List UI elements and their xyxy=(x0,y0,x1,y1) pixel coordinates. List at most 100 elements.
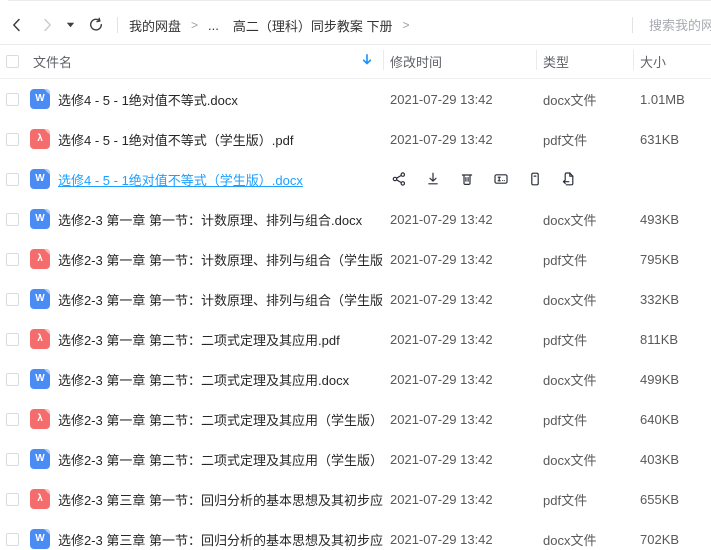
file-name[interactable]: 选修2-3 第一章 第一节：计数原理、排列与组合（学生版... xyxy=(58,290,383,309)
row-checkbox[interactable] xyxy=(6,133,19,146)
table-row[interactable]: W 选修2-3 第一章 第一节：计数原理、排列与组合（学生版... 2021-0… xyxy=(0,279,711,319)
toolbar: 我的网盘 > ... 高二（理科）同步教案 下册 > 搜索我的网盘 xyxy=(0,6,711,45)
file-list: W 选修4 - 5 - 1绝对值不等式.docx 2021-07-29 13:4… xyxy=(0,79,711,550)
file-size: 655KB xyxy=(633,492,711,507)
row-checkbox[interactable] xyxy=(6,253,19,266)
back-icon[interactable] xyxy=(8,16,26,34)
breadcrumb: 我的网盘 > ... 高二（理科）同步教案 下册 > xyxy=(129,16,420,35)
file-modified: 2021-07-29 13:42 xyxy=(383,252,536,267)
file-name[interactable]: 选修4 - 5 - 1绝对值不等式（学生版）.pdf xyxy=(58,130,383,149)
search-placeholder: 搜索我的网盘 xyxy=(649,18,711,33)
file-type: docx文件 xyxy=(536,450,633,469)
file-size: 640KB xyxy=(633,412,711,427)
file-modified: 2021-07-29 13:42 xyxy=(383,332,536,347)
file-size: 795KB xyxy=(633,252,711,267)
row-checkbox[interactable] xyxy=(6,333,19,346)
file-type-icon: W xyxy=(30,529,50,549)
file-modified: 2021-07-29 13:42 xyxy=(383,492,536,507)
search-area: 搜索我的网盘 xyxy=(632,6,711,44)
row-checkbox[interactable] xyxy=(6,373,19,386)
share-icon[interactable] xyxy=(390,170,408,188)
file-modified: 2021-07-29 13:42 xyxy=(383,92,536,107)
file-type-icon: λ xyxy=(30,409,50,429)
forward-icon[interactable] xyxy=(38,16,56,34)
table-row[interactable]: W 选修2-3 第一章 第一节：计数原理、排列与组合.docx 2021-07-… xyxy=(0,199,711,239)
row-checkbox[interactable] xyxy=(6,173,19,186)
file-name[interactable]: 选修2-3 第三章 第一节：回归分析的基本思想及其初步应... xyxy=(58,530,383,549)
table-row[interactable]: λ 选修2-3 第三章 第一节：回归分析的基本思想及其初步应... 2021-0… xyxy=(0,479,711,519)
file-size: 1.01MB xyxy=(633,92,711,107)
table-row[interactable]: W 选修2-3 第一章 第二节：二项式定理及其应用.docx 2021-07-2… xyxy=(0,359,711,399)
breadcrumb-root[interactable]: 我的网盘 xyxy=(129,16,181,35)
file-name[interactable]: 选修2-3 第一章 第一节：计数原理、排列与组合（学生版... xyxy=(58,250,383,269)
file-type-icon: W xyxy=(30,369,50,389)
column-header-size[interactable]: 大小 xyxy=(633,52,711,71)
file-name[interactable]: 选修4 - 5 - 1绝对值不等式（学生版）.docx xyxy=(58,170,383,189)
breadcrumb-separator-end: > xyxy=(403,18,410,32)
save-to-device-icon[interactable] xyxy=(526,170,544,188)
row-checkbox[interactable] xyxy=(6,93,19,106)
table-row[interactable]: W 选修2-3 第三章 第一节：回归分析的基本思想及其初步应... 2021-0… xyxy=(0,519,711,550)
table-row[interactable]: W 选修2-3 第一章 第二节：二项式定理及其应用（学生版）... 2021-0… xyxy=(0,439,711,479)
table-row[interactable]: λ 选修4 - 5 - 1绝对值不等式（学生版）.pdf 2021-07-29 … xyxy=(0,119,711,159)
file-type: pdf文件 xyxy=(536,130,633,149)
file-modified: 2021-07-29 13:42 xyxy=(383,412,536,427)
column-header-name[interactable]: 文件名 xyxy=(6,52,383,71)
row-checkbox[interactable] xyxy=(6,493,19,506)
row-checkbox[interactable] xyxy=(6,293,19,306)
file-type: docx文件 xyxy=(536,210,633,229)
file-modified: 2021-07-29 13:42 xyxy=(383,132,536,147)
file-type: pdf文件 xyxy=(536,410,633,429)
search-divider xyxy=(632,17,633,33)
file-size: 493KB xyxy=(633,212,711,227)
file-type-icon: W xyxy=(30,289,50,309)
file-size: 631KB xyxy=(633,132,711,147)
row-checkbox[interactable] xyxy=(6,213,19,226)
row-checkbox[interactable] xyxy=(6,413,19,426)
breadcrumb-current[interactable]: 高二（理科）同步教案 下册 xyxy=(233,16,393,35)
file-type: pdf文件 xyxy=(536,490,633,509)
select-all-checkbox[interactable] xyxy=(6,55,19,68)
file-name[interactable]: 选修4 - 5 - 1绝对值不等式.docx xyxy=(58,90,383,109)
table-row[interactable]: λ 选修2-3 第一章 第二节：二项式定理及其应用.pdf 2021-07-29… xyxy=(0,319,711,359)
file-manager-window: 我的网盘 > ... 高二（理科）同步教案 下册 > 搜索我的网盘 文件名 修改… xyxy=(0,0,711,550)
file-type: docx文件 xyxy=(536,90,633,109)
history-dropdown-icon[interactable] xyxy=(66,22,75,28)
file-name[interactable]: 选修2-3 第一章 第二节：二项式定理及其应用（学生版）... xyxy=(58,410,383,429)
file-modified: 2021-07-29 13:42 xyxy=(383,532,536,547)
transfer-file-icon[interactable] xyxy=(560,170,578,188)
file-type: pdf文件 xyxy=(536,250,633,269)
file-size: 499KB xyxy=(633,372,711,387)
file-type-icon: λ xyxy=(30,489,50,509)
table-row[interactable]: λ 选修2-3 第一章 第二节：二项式定理及其应用（学生版）... 2021-0… xyxy=(0,399,711,439)
file-modified: 2021-07-29 13:42 xyxy=(383,292,536,307)
row-actions xyxy=(390,159,594,199)
file-type-icon: λ xyxy=(30,329,50,349)
file-name[interactable]: 选修2-3 第三章 第一节：回归分析的基本思想及其初步应... xyxy=(58,490,383,509)
toolbar-divider xyxy=(117,17,118,33)
file-name[interactable]: 选修2-3 第一章 第二节：二项式定理及其应用.pdf xyxy=(58,330,383,349)
file-name[interactable]: 选修2-3 第一章 第二节：二项式定理及其应用.docx xyxy=(58,370,383,389)
table-row[interactable]: λ 选修2-3 第一章 第一节：计数原理、排列与组合（学生版... 2021-0… xyxy=(0,239,711,279)
table-row[interactable]: W 选修4 - 5 - 1绝对值不等式.docx 2021-07-29 13:4… xyxy=(0,79,711,119)
breadcrumb-separator: > xyxy=(191,18,198,32)
file-type-icon: W xyxy=(30,169,50,189)
file-type: docx文件 xyxy=(536,290,633,309)
rename-icon[interactable] xyxy=(492,170,510,188)
row-checkbox[interactable] xyxy=(6,533,19,546)
refresh-icon[interactable] xyxy=(87,16,105,34)
breadcrumb-ellipsis[interactable]: ... xyxy=(208,18,219,33)
file-size: 702KB xyxy=(633,532,711,547)
table-row[interactable]: W 选修4 - 5 - 1绝对值不等式（学生版）.docx xyxy=(0,159,711,199)
file-type-icon: λ xyxy=(30,249,50,269)
delete-icon[interactable] xyxy=(458,170,476,188)
column-header-type[interactable]: 类型 xyxy=(536,52,633,71)
file-name[interactable]: 选修2-3 第一章 第二节：二项式定理及其应用（学生版）... xyxy=(58,450,383,469)
file-type-icon: W xyxy=(30,449,50,469)
search-input[interactable]: 搜索我的网盘 xyxy=(649,15,711,35)
column-header-modified[interactable]: 修改时间 xyxy=(383,52,536,71)
row-checkbox[interactable] xyxy=(6,453,19,466)
download-icon[interactable] xyxy=(424,170,442,188)
sort-desc-icon[interactable] xyxy=(360,53,374,70)
file-name[interactable]: 选修2-3 第一章 第一节：计数原理、排列与组合.docx xyxy=(58,210,383,229)
